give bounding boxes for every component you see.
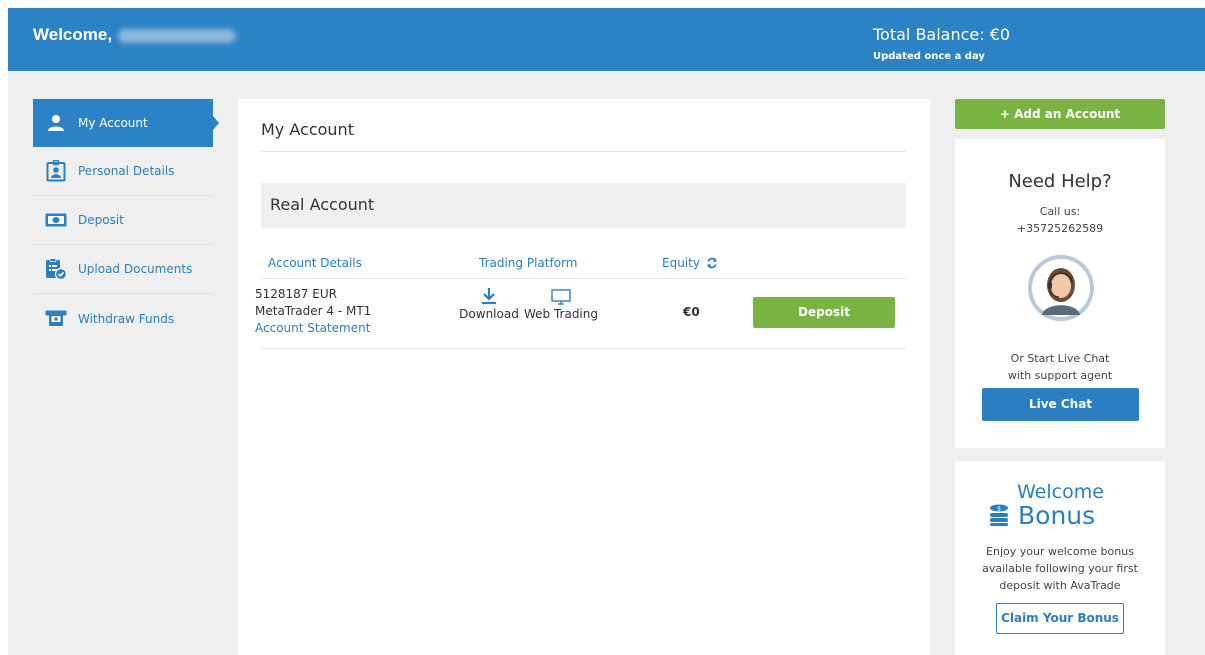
main-panel: My Account Real Account Account Details … xyxy=(238,99,930,655)
column-header-account-details: Account Details xyxy=(268,256,362,270)
column-header-equity: Equity xyxy=(662,256,718,270)
sidebar-item-withdraw-funds[interactable]: Withdraw Funds xyxy=(33,294,213,343)
add-account-button[interactable]: + Add an Account xyxy=(955,99,1165,129)
clipboard-check-icon xyxy=(45,258,67,280)
header-bar: Welcome, Total Balance: €0 Updated once … xyxy=(8,8,1205,71)
sidebar-item-personal-details[interactable]: Personal Details xyxy=(33,147,213,196)
web-trading-label: Web Trading xyxy=(523,307,598,321)
balance-update-note: Updated once a day xyxy=(873,51,985,62)
support-phone: +35725262589 xyxy=(1016,222,1104,235)
coins-icon: $ xyxy=(989,504,1009,526)
help-title: Need Help? xyxy=(1008,171,1112,192)
bonus-title: Bonus xyxy=(1018,501,1096,530)
bonus-text-line1: Enjoy your welcome bonus xyxy=(986,545,1134,558)
user-icon xyxy=(45,112,67,134)
welcome-label: Welcome, xyxy=(33,25,113,44)
sidebar-item-label: Deposit xyxy=(78,213,124,227)
deposit-button[interactable]: Deposit xyxy=(753,297,895,328)
refresh-icon[interactable] xyxy=(706,257,718,269)
account-statement-link[interactable]: Account Statement xyxy=(255,321,370,335)
live-chat-text-line2: with support agent xyxy=(1007,369,1113,382)
claim-bonus-button[interactable]: Claim Your Bonus xyxy=(996,603,1124,634)
sidebar-item-label: Personal Details xyxy=(78,164,175,178)
support-agent-avatar xyxy=(1028,255,1094,321)
table-row-divider xyxy=(261,278,906,279)
web-trading-button[interactable]: Web Trading xyxy=(522,289,600,321)
user-name-blurred xyxy=(118,28,237,43)
equity-value: €0 xyxy=(683,305,700,319)
sidebar-item-label: Upload Documents xyxy=(78,262,193,276)
page-title: My Account xyxy=(261,120,354,139)
bonus-text-line3: deposit with AvaTrade xyxy=(999,579,1121,592)
sidebar-nav: My Account Personal Details Deposit Uplo… xyxy=(33,99,219,343)
account-platform: MetaTrader 4 - MT1 xyxy=(255,304,372,318)
sidebar-item-upload-documents[interactable]: Upload Documents xyxy=(33,245,213,294)
bonus-text-line2: available following your first xyxy=(982,562,1138,575)
total-balance: Total Balance: €0 xyxy=(873,25,1011,44)
sidebar-item-my-account[interactable]: My Account xyxy=(33,99,219,147)
banknote-icon xyxy=(45,209,67,231)
account-number: 5128187 EUR xyxy=(255,287,337,301)
app-frame: Welcome, Total Balance: €0 Updated once … xyxy=(8,8,1205,655)
monitor-icon xyxy=(522,289,600,307)
sidebar-item-label: My Account xyxy=(78,116,148,130)
section-title: Real Account xyxy=(270,195,375,214)
bonus-welcome-label: Welcome xyxy=(1017,481,1104,503)
id-badge-icon xyxy=(45,160,67,182)
sidebar-item-label: Withdraw Funds xyxy=(78,311,175,326)
section-header: Real Account xyxy=(261,183,906,228)
bonus-card: Welcome $ Bonus Enjoy your welcome bonus… xyxy=(955,461,1165,655)
welcome-text: Welcome, xyxy=(33,25,237,45)
download-label: Download xyxy=(459,307,519,321)
table-row-divider xyxy=(261,348,906,349)
equity-header-label: Equity xyxy=(662,256,700,270)
call-us-label: Call us: xyxy=(1039,205,1081,218)
sidebar-item-deposit[interactable]: Deposit xyxy=(33,196,213,245)
live-chat-button[interactable]: Live Chat xyxy=(982,388,1139,421)
divider xyxy=(261,151,906,152)
live-chat-text-line1: Or Start Live Chat xyxy=(1010,352,1110,365)
svg-text:$: $ xyxy=(997,506,1001,513)
download-icon xyxy=(458,287,520,307)
withdraw-icon xyxy=(45,308,67,330)
column-header-trading-platform: Trading Platform xyxy=(479,256,578,270)
help-card: Need Help? Call us: +35725262589 Or Star… xyxy=(955,139,1165,448)
download-button[interactable]: Download xyxy=(458,287,520,321)
